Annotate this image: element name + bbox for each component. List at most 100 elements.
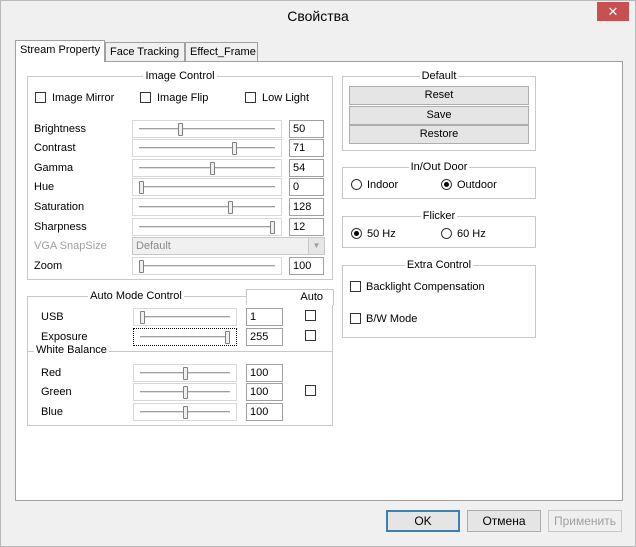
window-title: Свойства bbox=[287, 8, 349, 24]
extra-control-title: Extra Control bbox=[404, 259, 474, 271]
slider-thumb[interactable] bbox=[232, 142, 237, 155]
exposure-value[interactable]: 255 bbox=[246, 328, 283, 346]
apply-button[interactable]: Применить bbox=[548, 510, 622, 532]
slider-thumb[interactable] bbox=[182, 406, 188, 419]
zoom-value[interactable]: 100 bbox=[289, 257, 324, 275]
indoor-radio[interactable] bbox=[351, 179, 362, 190]
usb-label: USB bbox=[41, 311, 64, 323]
slider-thumb[interactable] bbox=[209, 162, 215, 175]
default-group: Default Reset Save Restore bbox=[342, 70, 536, 151]
slider-thumb[interactable] bbox=[139, 181, 144, 194]
tab-effect-frame[interactable]: Effect_Frame bbox=[185, 42, 258, 62]
default-title: Default bbox=[419, 70, 459, 82]
blue-value[interactable]: 100 bbox=[246, 403, 283, 421]
slider-thumb[interactable] bbox=[178, 123, 184, 136]
blue-label: Blue bbox=[41, 406, 64, 418]
auto-mode-title: Auto Mode Control bbox=[88, 290, 184, 302]
zoom-label: Zoom bbox=[34, 260, 63, 272]
saturation-slider[interactable] bbox=[132, 198, 282, 216]
slider-thumb[interactable] bbox=[139, 260, 144, 273]
vga-snapsize-value: Default bbox=[136, 240, 171, 252]
gamma-label: Gamma bbox=[34, 162, 74, 174]
vga-snapsize-label: VGA SnapSize bbox=[34, 240, 107, 252]
brightness-value[interactable]: 50 bbox=[289, 120, 324, 138]
contrast-slider[interactable] bbox=[132, 139, 282, 157]
blue-slider[interactable] bbox=[133, 403, 237, 421]
tab-stream-property[interactable]: Stream Property bbox=[15, 40, 105, 62]
stream-property-panel: Image Control Image Mirror Image Flip Lo… bbox=[15, 61, 623, 501]
bw-mode-checkbox[interactable] bbox=[350, 313, 361, 324]
auto-mode-group: Auto Mode Control Auto USB 1 Exposure 25… bbox=[27, 289, 334, 426]
slider-thumb[interactable] bbox=[182, 367, 188, 380]
backlight-compensation-checkbox[interactable] bbox=[350, 281, 361, 292]
image-control-title: Image Control bbox=[143, 70, 217, 82]
sharpness-label: Sharpness bbox=[34, 221, 87, 233]
low-light-label: Low Light bbox=[262, 92, 310, 104]
inout-door-title: In/Out Door bbox=[408, 161, 470, 173]
gamma-slider[interactable] bbox=[132, 159, 282, 177]
sharpness-value[interactable]: 12 bbox=[289, 218, 324, 236]
contrast-value[interactable]: 71 bbox=[289, 139, 324, 157]
chevron-down-icon: ▼ bbox=[308, 238, 324, 254]
green-label: Green bbox=[41, 386, 72, 398]
low-light-checkbox[interactable] bbox=[245, 92, 256, 103]
hue-value[interactable]: 0 bbox=[289, 178, 324, 196]
red-value[interactable]: 100 bbox=[246, 364, 283, 382]
zoom-slider[interactable] bbox=[132, 257, 282, 275]
brightness-label: Brightness bbox=[34, 123, 86, 135]
extra-control-group: Extra Control Backlight Compensation B/W… bbox=[342, 259, 536, 338]
usb-value[interactable]: 1 bbox=[246, 308, 283, 326]
flicker-group: Flicker 50 Hz 60 Hz bbox=[342, 210, 536, 248]
ok-button[interactable]: OK bbox=[386, 510, 460, 532]
slider-thumb[interactable] bbox=[140, 311, 145, 324]
reset-button[interactable]: Reset bbox=[349, 86, 529, 105]
slider-thumb[interactable] bbox=[182, 386, 188, 399]
red-slider[interactable] bbox=[133, 364, 237, 382]
slider-thumb[interactable] bbox=[225, 331, 230, 344]
backlight-compensation-label: Backlight Compensation bbox=[366, 281, 485, 293]
title-bar[interactable]: Свойства ✕ bbox=[1, 1, 635, 32]
50hz-label: 50 Hz bbox=[367, 228, 396, 240]
green-value[interactable]: 100 bbox=[246, 383, 283, 401]
50hz-radio[interactable] bbox=[351, 228, 362, 239]
60hz-radio[interactable] bbox=[441, 228, 452, 239]
auto-header: Auto bbox=[246, 289, 334, 305]
saturation-value[interactable]: 128 bbox=[289, 198, 324, 216]
indoor-label: Indoor bbox=[367, 179, 399, 191]
exposure-label: Exposure bbox=[41, 331, 88, 343]
cancel-button[interactable]: Отмена bbox=[467, 510, 541, 532]
image-mirror-checkbox[interactable] bbox=[35, 92, 46, 103]
usb-auto-checkbox[interactable] bbox=[305, 310, 316, 321]
hue-label: Hue bbox=[34, 181, 55, 193]
contrast-label: Contrast bbox=[34, 142, 76, 154]
image-mirror-label: Image Mirror bbox=[52, 92, 115, 104]
properties-dialog: Свойства ✕ Stream Property Face Tracking… bbox=[0, 0, 636, 547]
red-label: Red bbox=[41, 367, 62, 379]
slider-thumb[interactable] bbox=[228, 201, 234, 214]
image-control-group: Image Control Image Mirror Image Flip Lo… bbox=[27, 70, 333, 280]
bw-mode-label: B/W Mode bbox=[366, 313, 418, 325]
exposure-slider[interactable] bbox=[133, 328, 237, 346]
green-slider[interactable] bbox=[133, 383, 237, 401]
flicker-title: Flicker bbox=[420, 210, 458, 222]
vga-snapsize-select[interactable]: Default ▼ bbox=[132, 237, 325, 255]
saturation-label: Saturation bbox=[34, 201, 85, 213]
slider-thumb[interactable] bbox=[270, 221, 275, 234]
image-flip-label: Image Flip bbox=[157, 92, 209, 104]
outdoor-radio[interactable] bbox=[441, 179, 452, 190]
brightness-slider[interactable] bbox=[132, 120, 282, 138]
save-button[interactable]: Save bbox=[349, 106, 529, 125]
image-flip-checkbox[interactable] bbox=[140, 92, 151, 103]
inout-door-group: In/Out Door Indoor Outdoor bbox=[342, 161, 536, 199]
white-balance-auto-checkbox[interactable] bbox=[305, 385, 316, 396]
gamma-value[interactable]: 54 bbox=[289, 159, 324, 177]
white-balance-title: White Balance bbox=[34, 344, 109, 356]
exposure-auto-checkbox[interactable] bbox=[305, 330, 316, 341]
usb-slider[interactable] bbox=[133, 308, 237, 326]
hue-slider[interactable] bbox=[132, 178, 282, 196]
restore-button[interactable]: Restore bbox=[349, 125, 529, 144]
outdoor-label: Outdoor bbox=[457, 179, 497, 191]
tab-face-tracking[interactable]: Face Tracking bbox=[105, 42, 185, 62]
sharpness-slider[interactable] bbox=[132, 218, 282, 236]
close-icon[interactable]: ✕ bbox=[597, 2, 629, 21]
